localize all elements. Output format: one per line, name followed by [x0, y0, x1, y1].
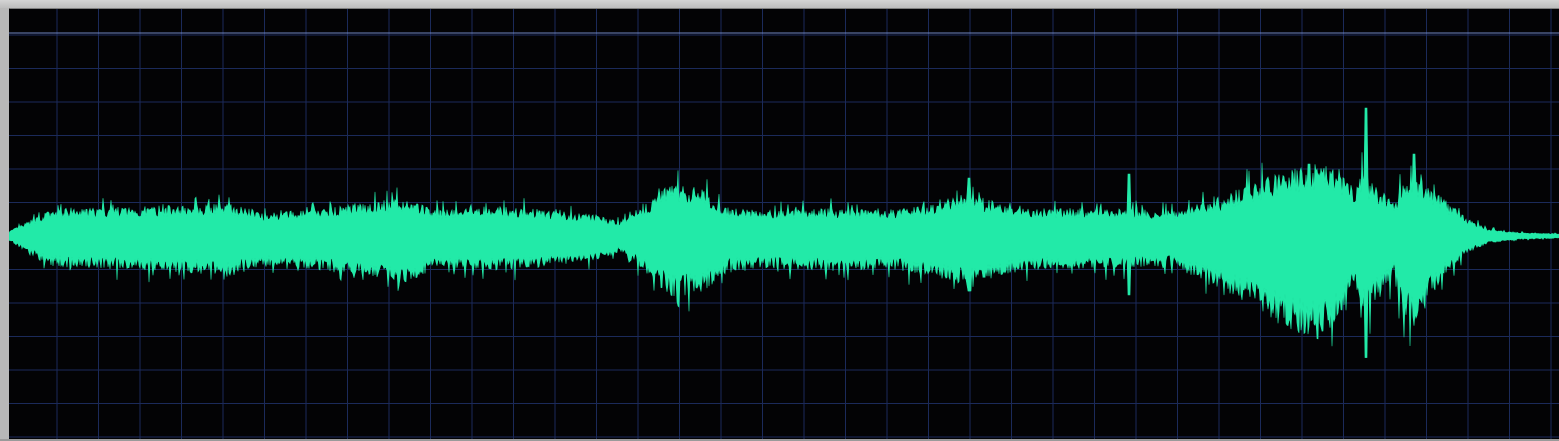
waveform-display[interactable] [9, 9, 1559, 439]
audio-waveform [9, 107, 1559, 358]
window-top-border [0, 0, 1559, 9]
waveform-canvas[interactable] [9, 9, 1559, 439]
